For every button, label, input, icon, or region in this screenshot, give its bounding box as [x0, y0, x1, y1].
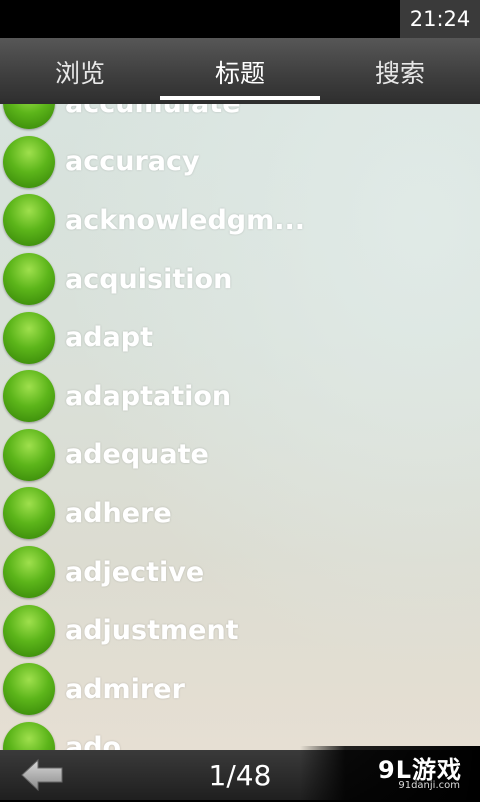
green-dot-icon [3, 604, 55, 657]
list-item-word: adjective [65, 556, 205, 588]
status-clock: 21:24 [400, 0, 480, 38]
page-indicator: 1/48 [208, 759, 272, 792]
green-dot-icon [3, 311, 55, 364]
list-item[interactable]: acknowledgm... [0, 191, 480, 250]
tab-search[interactable]: 搜索 [320, 38, 480, 104]
list-item-word: adequate [65, 439, 209, 471]
list-item-word: adhere [65, 497, 172, 529]
list-item[interactable]: adaptation [0, 367, 480, 426]
list-item[interactable]: admirer [0, 660, 480, 719]
green-dot-icon [3, 194, 55, 247]
tab-browse[interactable]: 浏览 [0, 38, 160, 104]
list-item[interactable]: acquisition [0, 250, 480, 309]
green-dot-icon [3, 546, 55, 599]
list-item-word: acquisition [65, 263, 233, 295]
list-item-word: adjustment [65, 615, 239, 647]
watermark: 9L游戏 91danji.com [300, 746, 480, 800]
list-item-word: accuracy [65, 146, 200, 178]
list-item[interactable]: accuracy [0, 133, 480, 192]
green-dot-icon [3, 253, 55, 306]
list-item-word: adapt [65, 322, 154, 354]
list-item-word: ado [65, 732, 122, 750]
list-item-word: admirer [65, 673, 185, 705]
list-item-word: accumulate [65, 104, 241, 119]
watermark-url: 91danji.com [398, 780, 460, 791]
status-bar: 21:24 [0, 0, 480, 38]
back-arrow-icon[interactable] [20, 758, 64, 792]
word-list[interactable]: accumulate accuracy acknowledgm... acquisit… [0, 104, 480, 750]
list-item[interactable]: adequate [0, 426, 480, 485]
list-item[interactable]: adhere [0, 484, 480, 543]
tab-bar: 浏览 标题 搜索 [0, 38, 480, 104]
green-dot-icon [3, 135, 55, 188]
list-item[interactable]: adjustment [0, 601, 480, 660]
tab-titles[interactable]: 标题 [160, 38, 320, 104]
list-item[interactable]: adjective [0, 543, 480, 602]
list-item-word: acknowledgm... [65, 204, 306, 236]
green-dot-icon [3, 487, 55, 540]
list-item[interactable]: accumulate [0, 104, 480, 133]
green-dot-icon [3, 370, 55, 423]
green-dot-icon [3, 428, 55, 481]
list-item-word: adaptation [65, 380, 232, 412]
green-dot-icon [3, 721, 55, 750]
green-dot-icon [3, 104, 55, 130]
list-item[interactable]: adapt [0, 308, 480, 367]
green-dot-icon [3, 663, 55, 716]
